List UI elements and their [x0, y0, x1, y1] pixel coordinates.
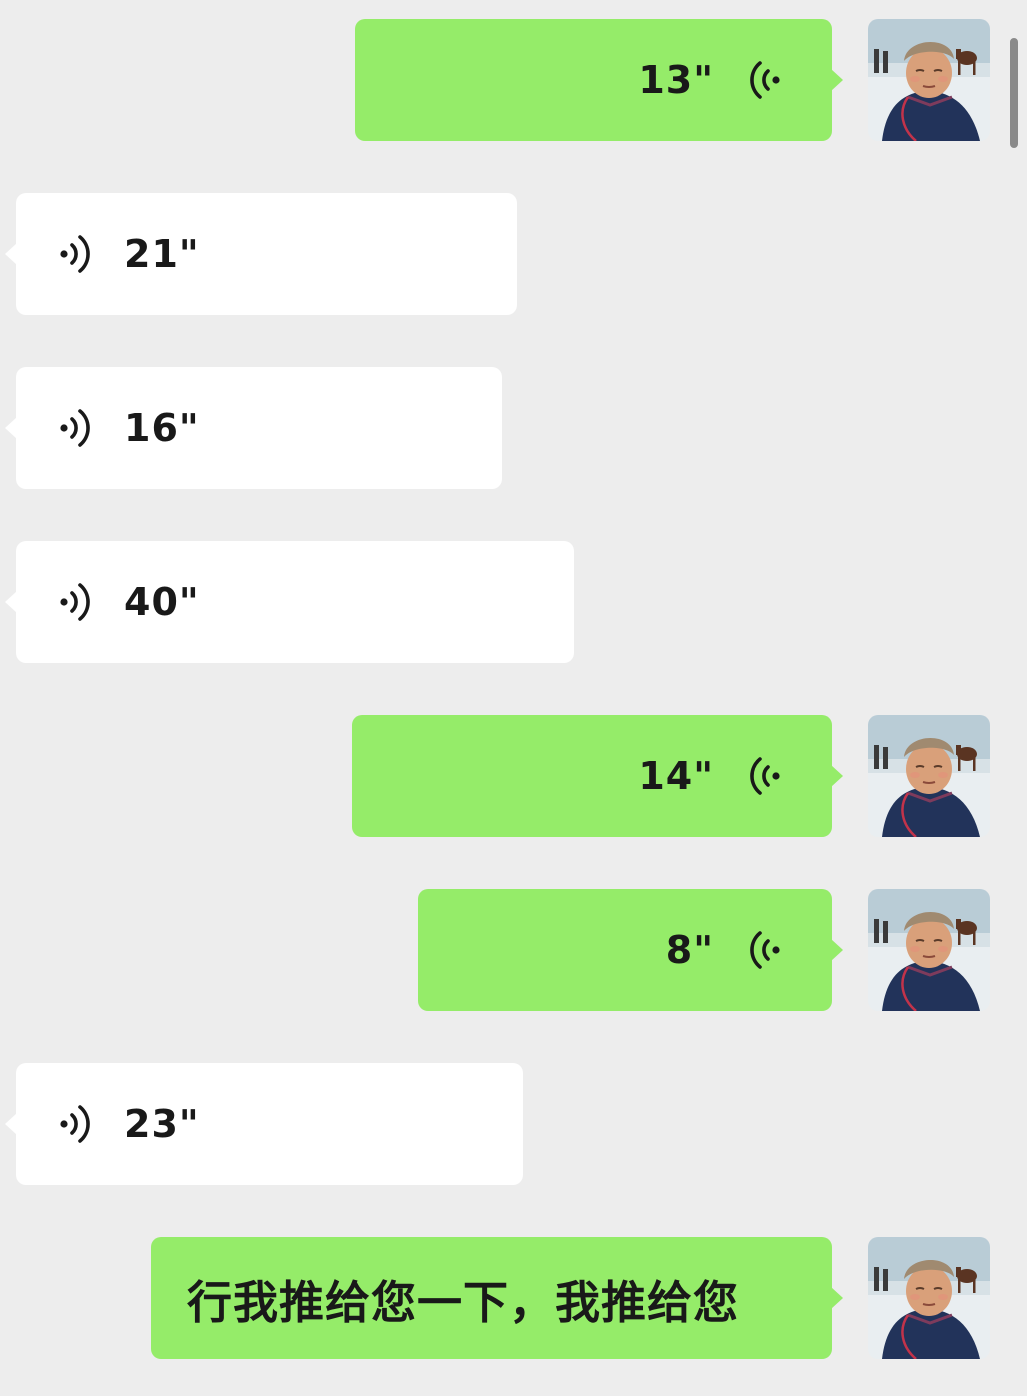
- bubble-tail: [5, 243, 17, 265]
- voice-duration: 13": [638, 58, 714, 102]
- voice-duration: 23": [124, 1102, 200, 1146]
- voice-message-bubble[interactable]: 8": [418, 889, 843, 1011]
- voice-duration: 8": [665, 928, 714, 972]
- voice-message-bubble[interactable]: 16": [5, 367, 502, 489]
- voice-playing-icon: [740, 58, 784, 102]
- scrollbar[interactable]: [1010, 38, 1018, 148]
- avatar[interactable]: [868, 1237, 990, 1359]
- voice-duration: 40": [124, 580, 200, 624]
- bubble-tail: [5, 1113, 17, 1135]
- bubble-tail: [5, 417, 17, 439]
- bubble-tail: [831, 1287, 843, 1309]
- bubble-tail: [831, 939, 843, 961]
- voice-message-bubble[interactable]: 13": [355, 19, 843, 141]
- bubble-tail: [831, 765, 843, 787]
- voice-playing-icon: [56, 406, 100, 450]
- voice-message-bubble[interactable]: 40": [5, 541, 574, 663]
- voice-playing-icon: [740, 754, 784, 798]
- voice-message-bubble[interactable]: 14": [352, 715, 843, 837]
- voice-message-bubble[interactable]: 21": [5, 193, 517, 315]
- bubble-tail: [5, 591, 17, 613]
- voice-duration: 16": [124, 406, 200, 450]
- message-text: 行我推给您一下，我推给您: [187, 1275, 740, 1329]
- bubble-tail: [831, 69, 843, 91]
- voice-playing-icon: [740, 928, 784, 972]
- voice-playing-icon: [56, 232, 100, 276]
- text-message-bubble[interactable]: 行我推给您一下，我推给您: [151, 1237, 843, 1359]
- avatar[interactable]: [868, 19, 990, 141]
- voice-playing-icon: [56, 580, 100, 624]
- voice-duration: 14": [638, 754, 714, 798]
- voice-duration: 21": [124, 232, 200, 276]
- avatar[interactable]: [868, 889, 990, 1011]
- voice-playing-icon: [56, 1102, 100, 1146]
- avatar[interactable]: [868, 715, 990, 837]
- voice-message-bubble[interactable]: 23": [5, 1063, 523, 1185]
